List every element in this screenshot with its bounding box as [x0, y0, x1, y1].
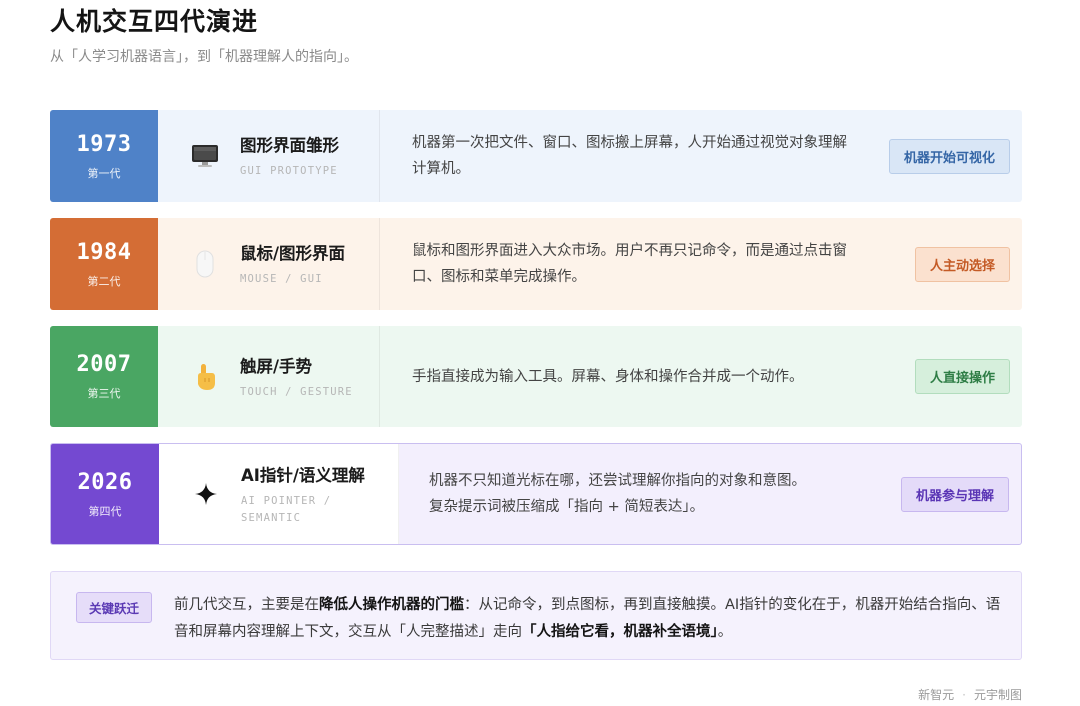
name-cell: AI指针/语义理解 AI POINTER / SEMANTIC	[159, 444, 399, 544]
generation-name: 图形界面雏形	[240, 136, 339, 155]
generation-tag: 人直接操作	[914, 359, 1010, 394]
generation-description: 机器不只知道光标在哪，还尝试理解你指向的对象和意图。 复杂提示词被压缩成「指向 …	[399, 444, 871, 544]
generation-row-2026: 2026 第四代 AI指针/语义理解 AI POINTER / SEMANTIC…	[50, 443, 1022, 545]
mouse-icon	[188, 247, 222, 281]
generation-tag: 机器开始可视化	[888, 138, 1010, 174]
generation-row-2007: 2007 第三代 触屏/手势 TOUCH / GESTURE 手指直接成为输入工…	[50, 326, 1022, 427]
generation-label: 第一代	[87, 166, 121, 180]
note-text-part: 前几代交互，主要是在	[174, 597, 319, 613]
name-cell: 鼠标/图形界面 MOUSE / GUI	[158, 218, 380, 310]
key-leap-badge: 关键跃迁	[76, 592, 153, 623]
generation-name: AI指针/语义理解	[241, 465, 365, 485]
generation-row-1973: 1973 第一代 图形界面雏形 GUI PROTOTYPE 机器第一次把文件、窗…	[50, 110, 1022, 202]
sparkle-icon	[189, 477, 223, 511]
credit-source: 新智元	[918, 688, 955, 702]
generation-tag: 机器参与理解	[900, 476, 1009, 512]
generation-tag: 人主动选择	[914, 246, 1010, 282]
key-leap-note: 关键跃迁 前几代交互，主要是在降低人操作机器的门槛：从记命令，到点图标，再到直接…	[50, 571, 1022, 660]
generation-name-en: TOUCH / GESTURE	[240, 385, 353, 398]
year-label: 2007	[76, 352, 132, 377]
generation-label: 第二代	[87, 274, 121, 288]
generation-label: 第三代	[87, 387, 121, 400]
generation-description: 机器第一次把文件、窗口、图标搬上屏幕，人开始通过视觉对象理解计算机。	[412, 135, 847, 177]
generation-description: 鼠标和图形界面进入大众市场。用户不再只记命令，而是通过点击窗口、图标和菜单完成操…	[412, 243, 847, 285]
generation-name-en: MOUSE / GUI	[240, 273, 323, 285]
name-cell: 触屏/手势 TOUCH / GESTURE	[158, 326, 380, 427]
year-label: 1973	[76, 131, 132, 157]
year-label: 1984	[76, 239, 132, 265]
generation-row-1984: 1984 第二代 鼠标/图形界面 MOUSE / GUI 鼠标和图形界面进入大众…	[50, 218, 1022, 310]
generation-label: 第四代	[88, 504, 122, 518]
credit-author: 元宇制图	[973, 688, 1022, 702]
year-box: 2026 第四代	[51, 444, 159, 544]
description-line-2: 复杂提示词被压缩成「指向 + 简短表达」。	[429, 499, 705, 515]
credit-separator: ·	[962, 688, 966, 702]
generation-name: 触屏/手势	[240, 356, 313, 376]
generation-description: 手指直接成为输入工具。屏幕、身体和操作合并成一个动作。	[412, 368, 804, 385]
year-box: 1984 第二代	[50, 218, 158, 310]
name-cell: 图形界面雏形 GUI PROTOTYPE	[158, 110, 380, 202]
generation-name-en: AI POINTER / SEMANTIC	[241, 494, 332, 524]
page-title: 人机交互四代演进	[50, 7, 259, 36]
monitor-icon	[188, 139, 222, 173]
credit: 新智元 · 元宇制图	[918, 686, 1022, 703]
note-emphasis: 「人指给它看，机器补全语境」	[522, 624, 718, 640]
year-label: 2026	[77, 469, 133, 495]
generation-name-en: GUI PROTOTYPE	[240, 165, 338, 177]
key-leap-text: 前几代交互，主要是在降低人操作机器的门槛：从记命令，到点图标，再到直接触摸。AI…	[174, 592, 1004, 646]
page-subtitle: 从「人学习机器语言」，到「机器理解人的指向」。	[50, 49, 358, 65]
note-emphasis: 降低人操作机器的门槛	[319, 597, 464, 613]
generation-name: 鼠标/图形界面	[240, 244, 346, 263]
pointing-hand-icon	[188, 360, 222, 394]
year-box: 2007 第三代	[50, 326, 158, 427]
description-line-1: 机器不只知道光标在哪，还尝试理解你指向的对象和意图。	[429, 473, 806, 489]
year-box: 1973 第一代	[50, 110, 158, 202]
note-text-part: 。	[717, 624, 733, 640]
